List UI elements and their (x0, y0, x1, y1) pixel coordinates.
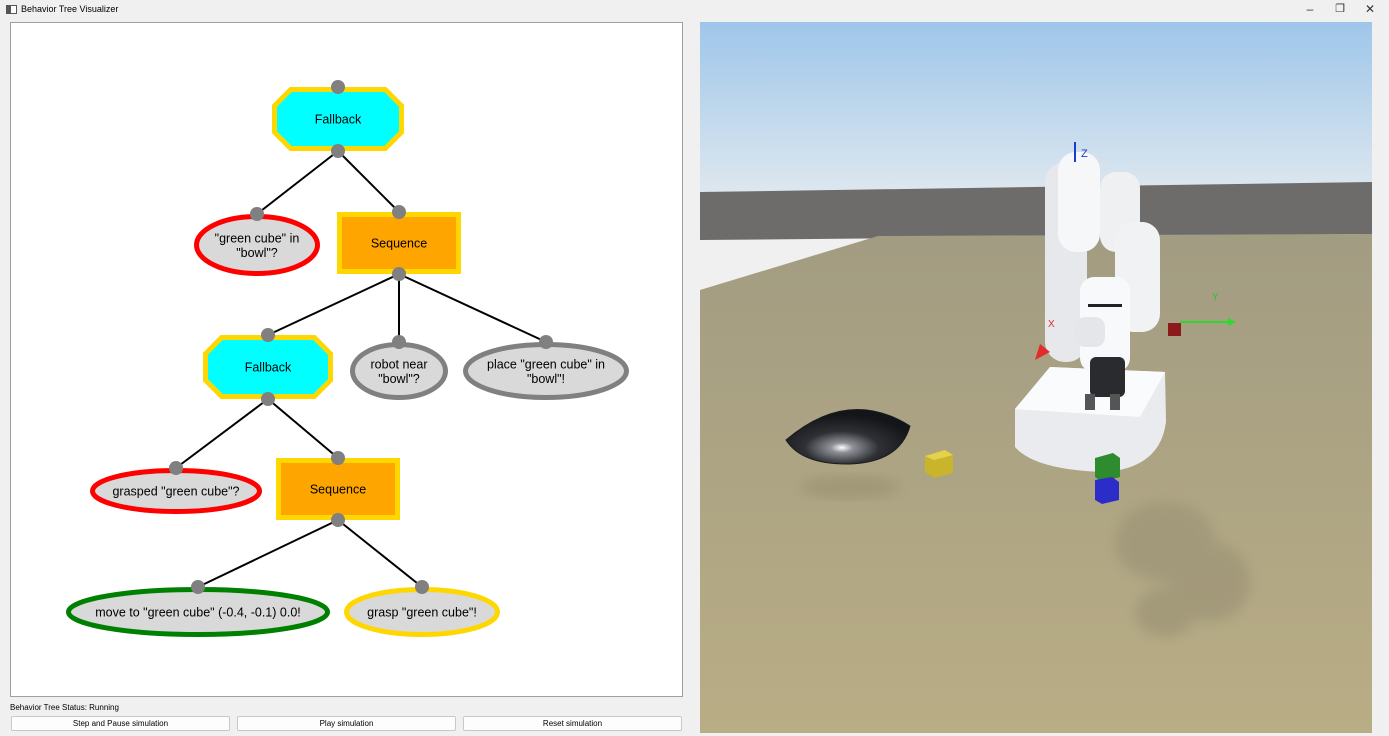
z-axis-label: Z (1081, 148, 1088, 160)
node-input-port (261, 328, 275, 342)
node-input-port (539, 335, 553, 349)
step-and-pause-button[interactable]: Step and Pause simulation (11, 716, 230, 731)
tree-node-label: grasp "green cube"! (367, 606, 477, 620)
behavior-tree-canvas: Fallback "green cube" in "bowl"? Sequence Fa… (10, 22, 683, 697)
simulation-viewport[interactable]: Z X Y (700, 22, 1372, 733)
sky (700, 22, 1372, 197)
tree-node-action-place-green-cube: place "green cube" in"bowl"! (463, 335, 629, 400)
reset-simulation-button[interactable]: Reset simulation (463, 716, 682, 731)
x-axis-label: X (1048, 319, 1055, 330)
tree-node-fallback-root: Fallback (272, 80, 404, 158)
title-bar: Behavior Tree Visualizer – ❐ ✕ (0, 0, 1389, 20)
tree-node-sequence-main: Sequence (337, 205, 461, 281)
tree-node-label: "green cube" in (215, 231, 300, 245)
tree-node-label: Sequence (310, 483, 366, 497)
red-cube (1168, 323, 1181, 336)
node-output-port (331, 144, 345, 158)
tree-node-cond-robot-near-bowl: robot near"bowl"? (350, 335, 448, 400)
close-icon[interactable]: ✕ (1355, 0, 1385, 20)
tree-edge (398, 273, 547, 343)
tree-edge (175, 398, 269, 469)
tree-node-label: "bowl"? (378, 372, 420, 386)
tree-node-label: Fallback (245, 361, 292, 375)
tree-node-label: move to "green cube" (-0.4, -0.1) 0.0! (95, 606, 301, 620)
node-output-port (261, 392, 275, 406)
node-input-port (392, 335, 406, 349)
tree-edge (256, 150, 339, 215)
tree-node-label: Fallback (315, 113, 362, 127)
tree-edge (267, 273, 400, 336)
window-title: Behavior Tree Visualizer (21, 4, 119, 14)
node-input-port (331, 451, 345, 465)
tree-node-label: "bowl"! (527, 372, 565, 386)
tree-node-cond-green-cube-in-bowl: "green cube" in"bowl"? (194, 207, 320, 276)
node-input-port (392, 205, 406, 219)
node-output-port (392, 267, 406, 281)
ground-plane (700, 234, 1372, 733)
app-window-icon (6, 5, 17, 14)
tree-status-label: Behavior Tree Status: Running (10, 703, 119, 712)
node-input-port (250, 207, 264, 221)
simulation-scene: Z X Y (700, 22, 1372, 733)
tree-edge (337, 150, 400, 213)
bowl-shadow (800, 475, 900, 499)
tree-node-cond-grasped-green-cube: grasped "green cube"? (90, 461, 262, 514)
tree-edge (337, 519, 423, 588)
play-simulation-button[interactable]: Play simulation (237, 716, 456, 731)
tree-node-action-move-to-green-cube: move to "green cube" (-0.4, -0.1) 0.0! (66, 580, 330, 637)
behavior-tree-graph: Fallback"green cube" in"bowl"?SequenceFa… (66, 80, 629, 637)
tree-node-label: place "green cube" in (487, 357, 605, 371)
tree-node-action-grasp-green-cube: grasp "green cube"! (344, 580, 500, 637)
tree-node-sequence-sub: Sequence (276, 451, 400, 527)
restore-icon[interactable]: ❐ (1325, 0, 1355, 20)
tree-node-label: robot near (371, 357, 428, 371)
node-input-port (415, 580, 429, 594)
tree-node-label: grasped "green cube"? (112, 485, 239, 499)
node-output-port (331, 513, 345, 527)
node-input-port (169, 461, 183, 475)
minimize-icon[interactable]: – (1295, 0, 1325, 20)
node-input-port (331, 80, 345, 94)
tree-edge (267, 398, 339, 459)
tree-node-fallback-grasp: Fallback (203, 328, 333, 406)
far-background (700, 182, 1372, 240)
tree-edge (197, 519, 339, 588)
tree-node-label: Sequence (371, 237, 427, 251)
tree-node-label: "bowl"? (236, 246, 278, 260)
y-axis-label: Y (1212, 292, 1219, 303)
node-input-port (191, 580, 205, 594)
